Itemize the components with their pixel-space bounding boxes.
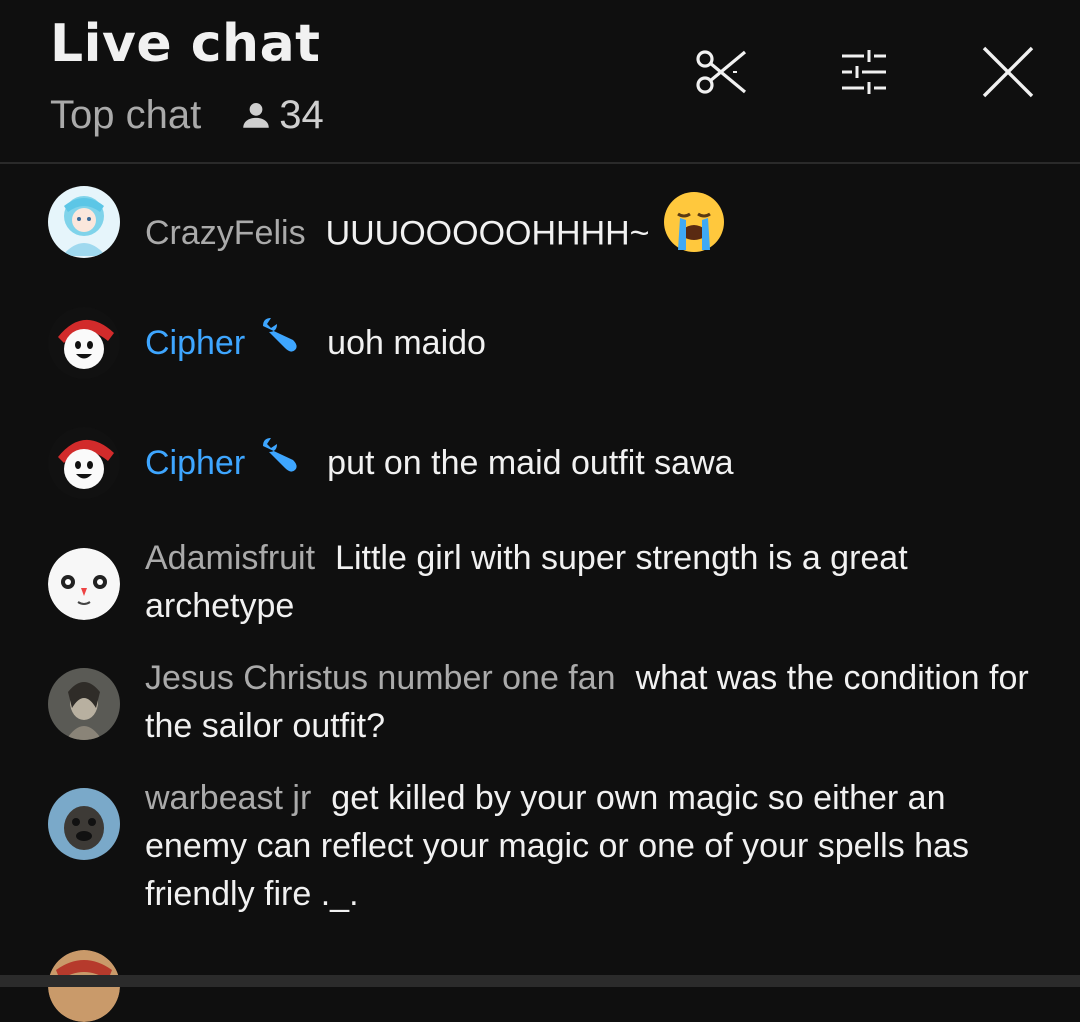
avatar[interactable] (48, 788, 120, 860)
avatar[interactable] (48, 307, 120, 379)
close-icon (982, 46, 1034, 98)
message-body: warbeast jr get killed by your own magic … (145, 774, 1030, 918)
avatar[interactable] (48, 668, 120, 740)
author-name[interactable]: Adamisfruit (145, 539, 315, 577)
viewer-count: 34 (239, 93, 324, 138)
message-body: Cipher uoh maido (145, 316, 1030, 369)
chat-mode-selector[interactable]: Top chat (50, 93, 201, 138)
chat-title: Live chat (50, 14, 321, 74)
filter-button[interactable] (828, 36, 900, 108)
header-divider (0, 162, 1080, 164)
viewer-count-value: 34 (279, 92, 324, 137)
chat-subheader: Top chat 34 (50, 90, 324, 140)
moderator-wrench-icon (257, 436, 303, 489)
author-name[interactable]: warbeast jr (145, 779, 311, 817)
scroll-edge (0, 975, 1080, 987)
scissors-icon (696, 50, 747, 94)
avatar[interactable] (48, 186, 120, 258)
moderator-wrench-icon (257, 316, 303, 369)
message-body: Adamisfruit Little girl with super streng… (145, 534, 1030, 630)
avatar[interactable] (48, 427, 120, 499)
message-text: put on the maid outfit sawa (327, 444, 734, 482)
loudly-crying-face-icon (660, 188, 728, 269)
clip-button[interactable] (684, 36, 756, 108)
author-name[interactable]: Cipher (145, 324, 245, 362)
message-text: UUUOOOOOHHHH~ (325, 214, 650, 253)
author-name[interactable]: CrazyFelis (145, 214, 306, 252)
avatar[interactable] (48, 548, 120, 620)
message-text: uoh maido (327, 324, 486, 362)
person-icon (243, 102, 269, 128)
message-body: CrazyFelis UUUOOOOOHHHH~ (145, 192, 1030, 269)
author-name[interactable]: Jesus Christus number one fan (145, 659, 616, 697)
chat-header: Live chat Top chat 34 (0, 0, 1080, 162)
close-button[interactable] (972, 36, 1044, 108)
author-name[interactable]: Cipher (145, 444, 245, 482)
message-body: Jesus Christus number one fan what was th… (145, 654, 1030, 750)
message-body: Cipher put on the maid outfit sawa (145, 436, 1030, 489)
filter-sliders-icon (842, 50, 886, 94)
